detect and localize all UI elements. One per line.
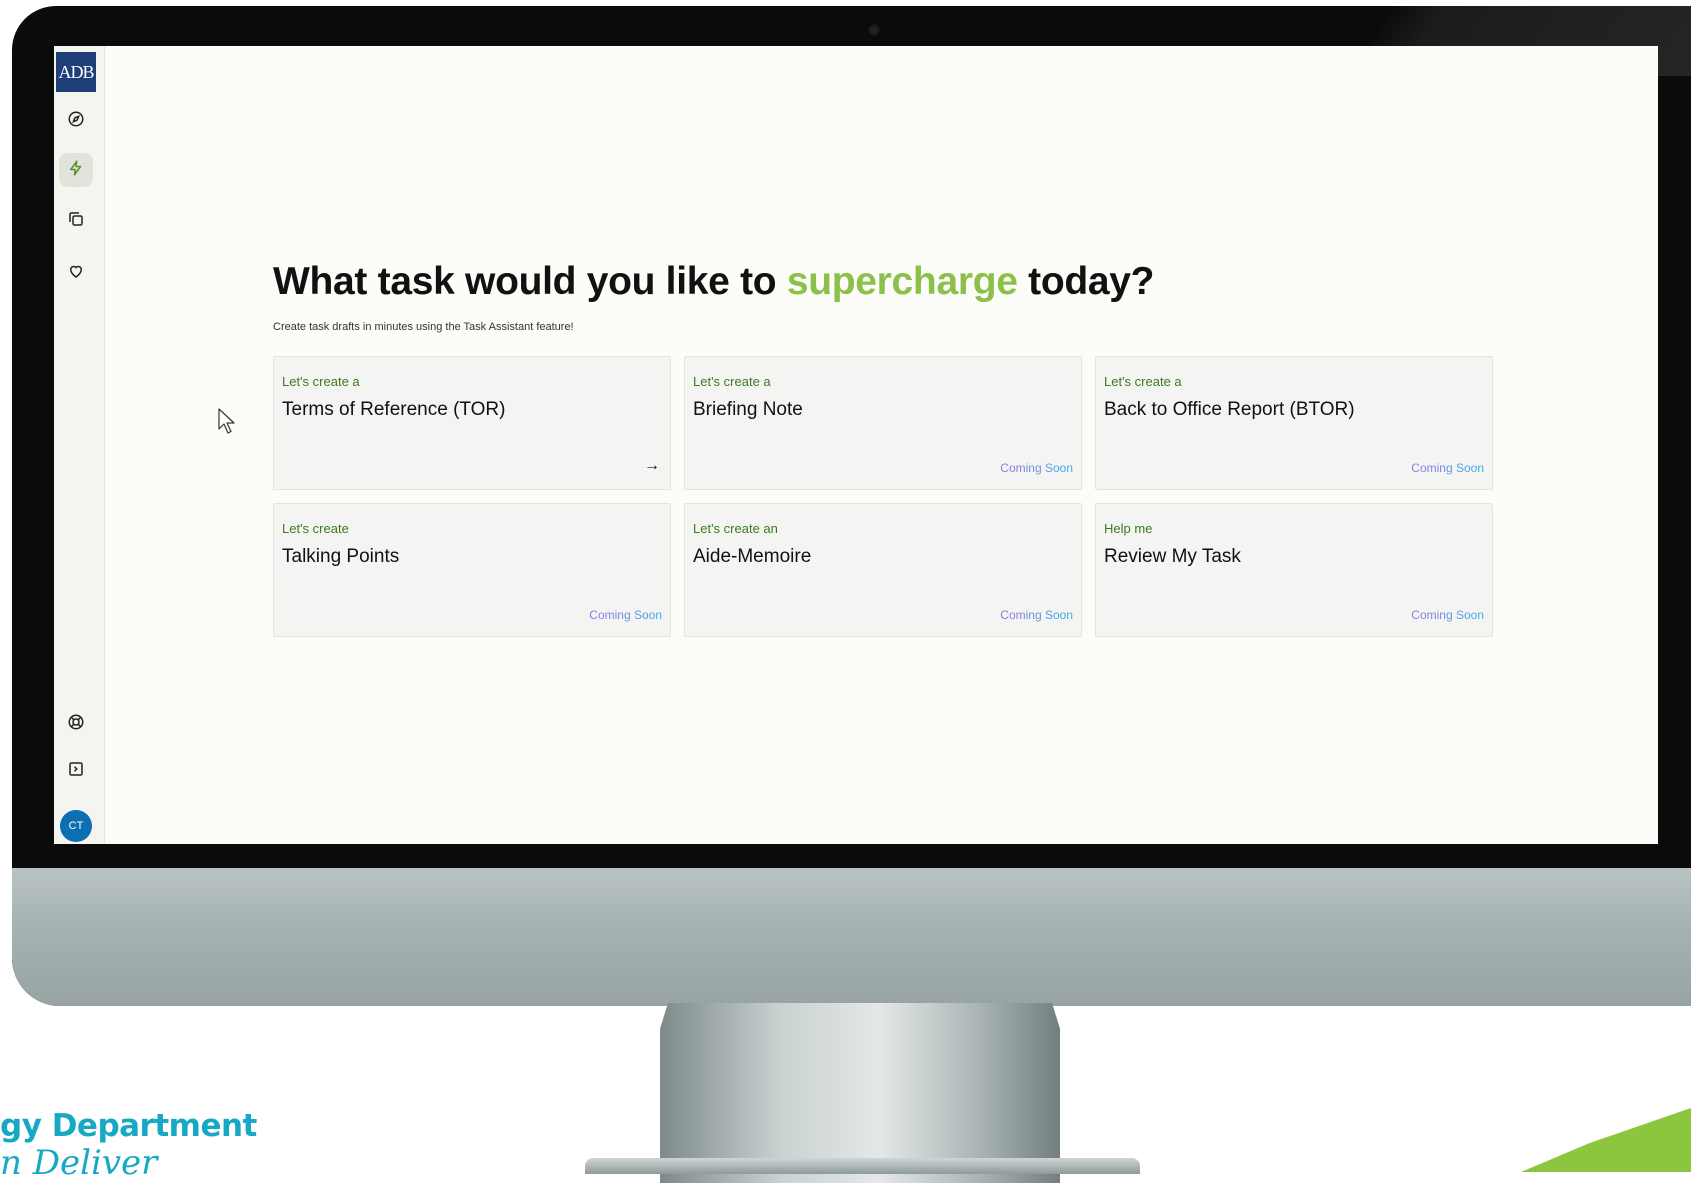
app-screen: ADB CT What task would you like to super… <box>54 46 1658 844</box>
card-title: Terms of Reference (TOR) <box>282 399 506 420</box>
department-name: gy Department <box>0 1108 257 1144</box>
card-eyebrow: Help me <box>1104 521 1153 536</box>
card-eyebrow: Let's create a <box>282 374 360 389</box>
arrow-right-icon[interactable]: → <box>644 457 660 475</box>
card-eyebrow: Let's create a <box>693 374 771 389</box>
nav-favorites-button[interactable] <box>59 256 93 290</box>
page-subtitle: Create task drafts in minutes using the … <box>273 321 574 333</box>
card-title: Aide-Memoire <box>693 546 812 567</box>
heart-icon <box>67 262 85 285</box>
task-card-briefing-note[interactable]: Let's create a Briefing Note Coming Soon <box>684 356 1082 490</box>
toggle-sidebar-button[interactable] <box>59 754 93 788</box>
task-card-grid: Let's create a Terms of Reference (TOR) … <box>273 356 1493 637</box>
nav-explore-button[interactable] <box>59 104 93 138</box>
monitor-stand <box>660 1003 1060 1183</box>
help-button[interactable] <box>59 707 93 741</box>
card-title: Back to Office Report (BTOR) <box>1104 399 1355 420</box>
department-tagline: n Deliver <box>0 1143 158 1183</box>
task-card-btor[interactable]: Let's create a Back to Office Report (BT… <box>1095 356 1493 490</box>
card-eyebrow: Let's create an <box>693 521 778 536</box>
card-eyebrow: Let's create <box>282 521 349 536</box>
bolt-icon <box>67 159 85 182</box>
task-card-tor[interactable]: Let's create a Terms of Reference (TOR) … <box>273 356 671 490</box>
task-card-talking-points[interactable]: Let's create Talking Points Coming Soon <box>273 503 671 637</box>
webcam <box>870 26 878 34</box>
card-title: Talking Points <box>282 546 400 567</box>
coming-soon-badge: Coming Soon <box>1411 608 1484 622</box>
title-accent: supercharge <box>786 260 1018 303</box>
nav-documents-button[interactable] <box>59 204 93 238</box>
copy-icon <box>67 210 85 233</box>
task-card-review-task[interactable]: Help me Review My Task Coming Soon <box>1095 503 1493 637</box>
panel-toggle-icon <box>67 760 85 783</box>
coming-soon-badge: Coming Soon <box>1411 461 1484 475</box>
lifebuoy-icon <box>67 713 85 736</box>
task-card-aide-memoire[interactable]: Let's create an Aide-Memoire Coming Soon <box>684 503 1082 637</box>
sidebar: ADB CT <box>54 46 105 844</box>
title-before: What task would you like to <box>273 260 787 303</box>
card-title: Review My Task <box>1104 546 1241 567</box>
nav-task-assistant-button[interactable] <box>59 153 93 187</box>
main-content: What task would you like to supercharge … <box>273 46 1658 844</box>
user-avatar[interactable]: CT <box>60 810 92 842</box>
coming-soon-badge: Coming Soon <box>589 608 662 622</box>
mouse-pointer-icon <box>218 408 236 439</box>
card-title: Briefing Note <box>693 399 803 420</box>
coming-soon-badge: Coming Soon <box>1000 461 1073 475</box>
page-title: What task would you like to supercharge … <box>273 260 1155 304</box>
adb-logo[interactable]: ADB <box>56 52 96 92</box>
brand-swoosh <box>1521 1108 1691 1172</box>
card-eyebrow: Let's create a <box>1104 374 1182 389</box>
coming-soon-badge: Coming Soon <box>1000 608 1073 622</box>
compass-icon <box>67 110 85 133</box>
monitor-chin <box>12 868 1691 1006</box>
title-after: today? <box>1017 260 1155 303</box>
